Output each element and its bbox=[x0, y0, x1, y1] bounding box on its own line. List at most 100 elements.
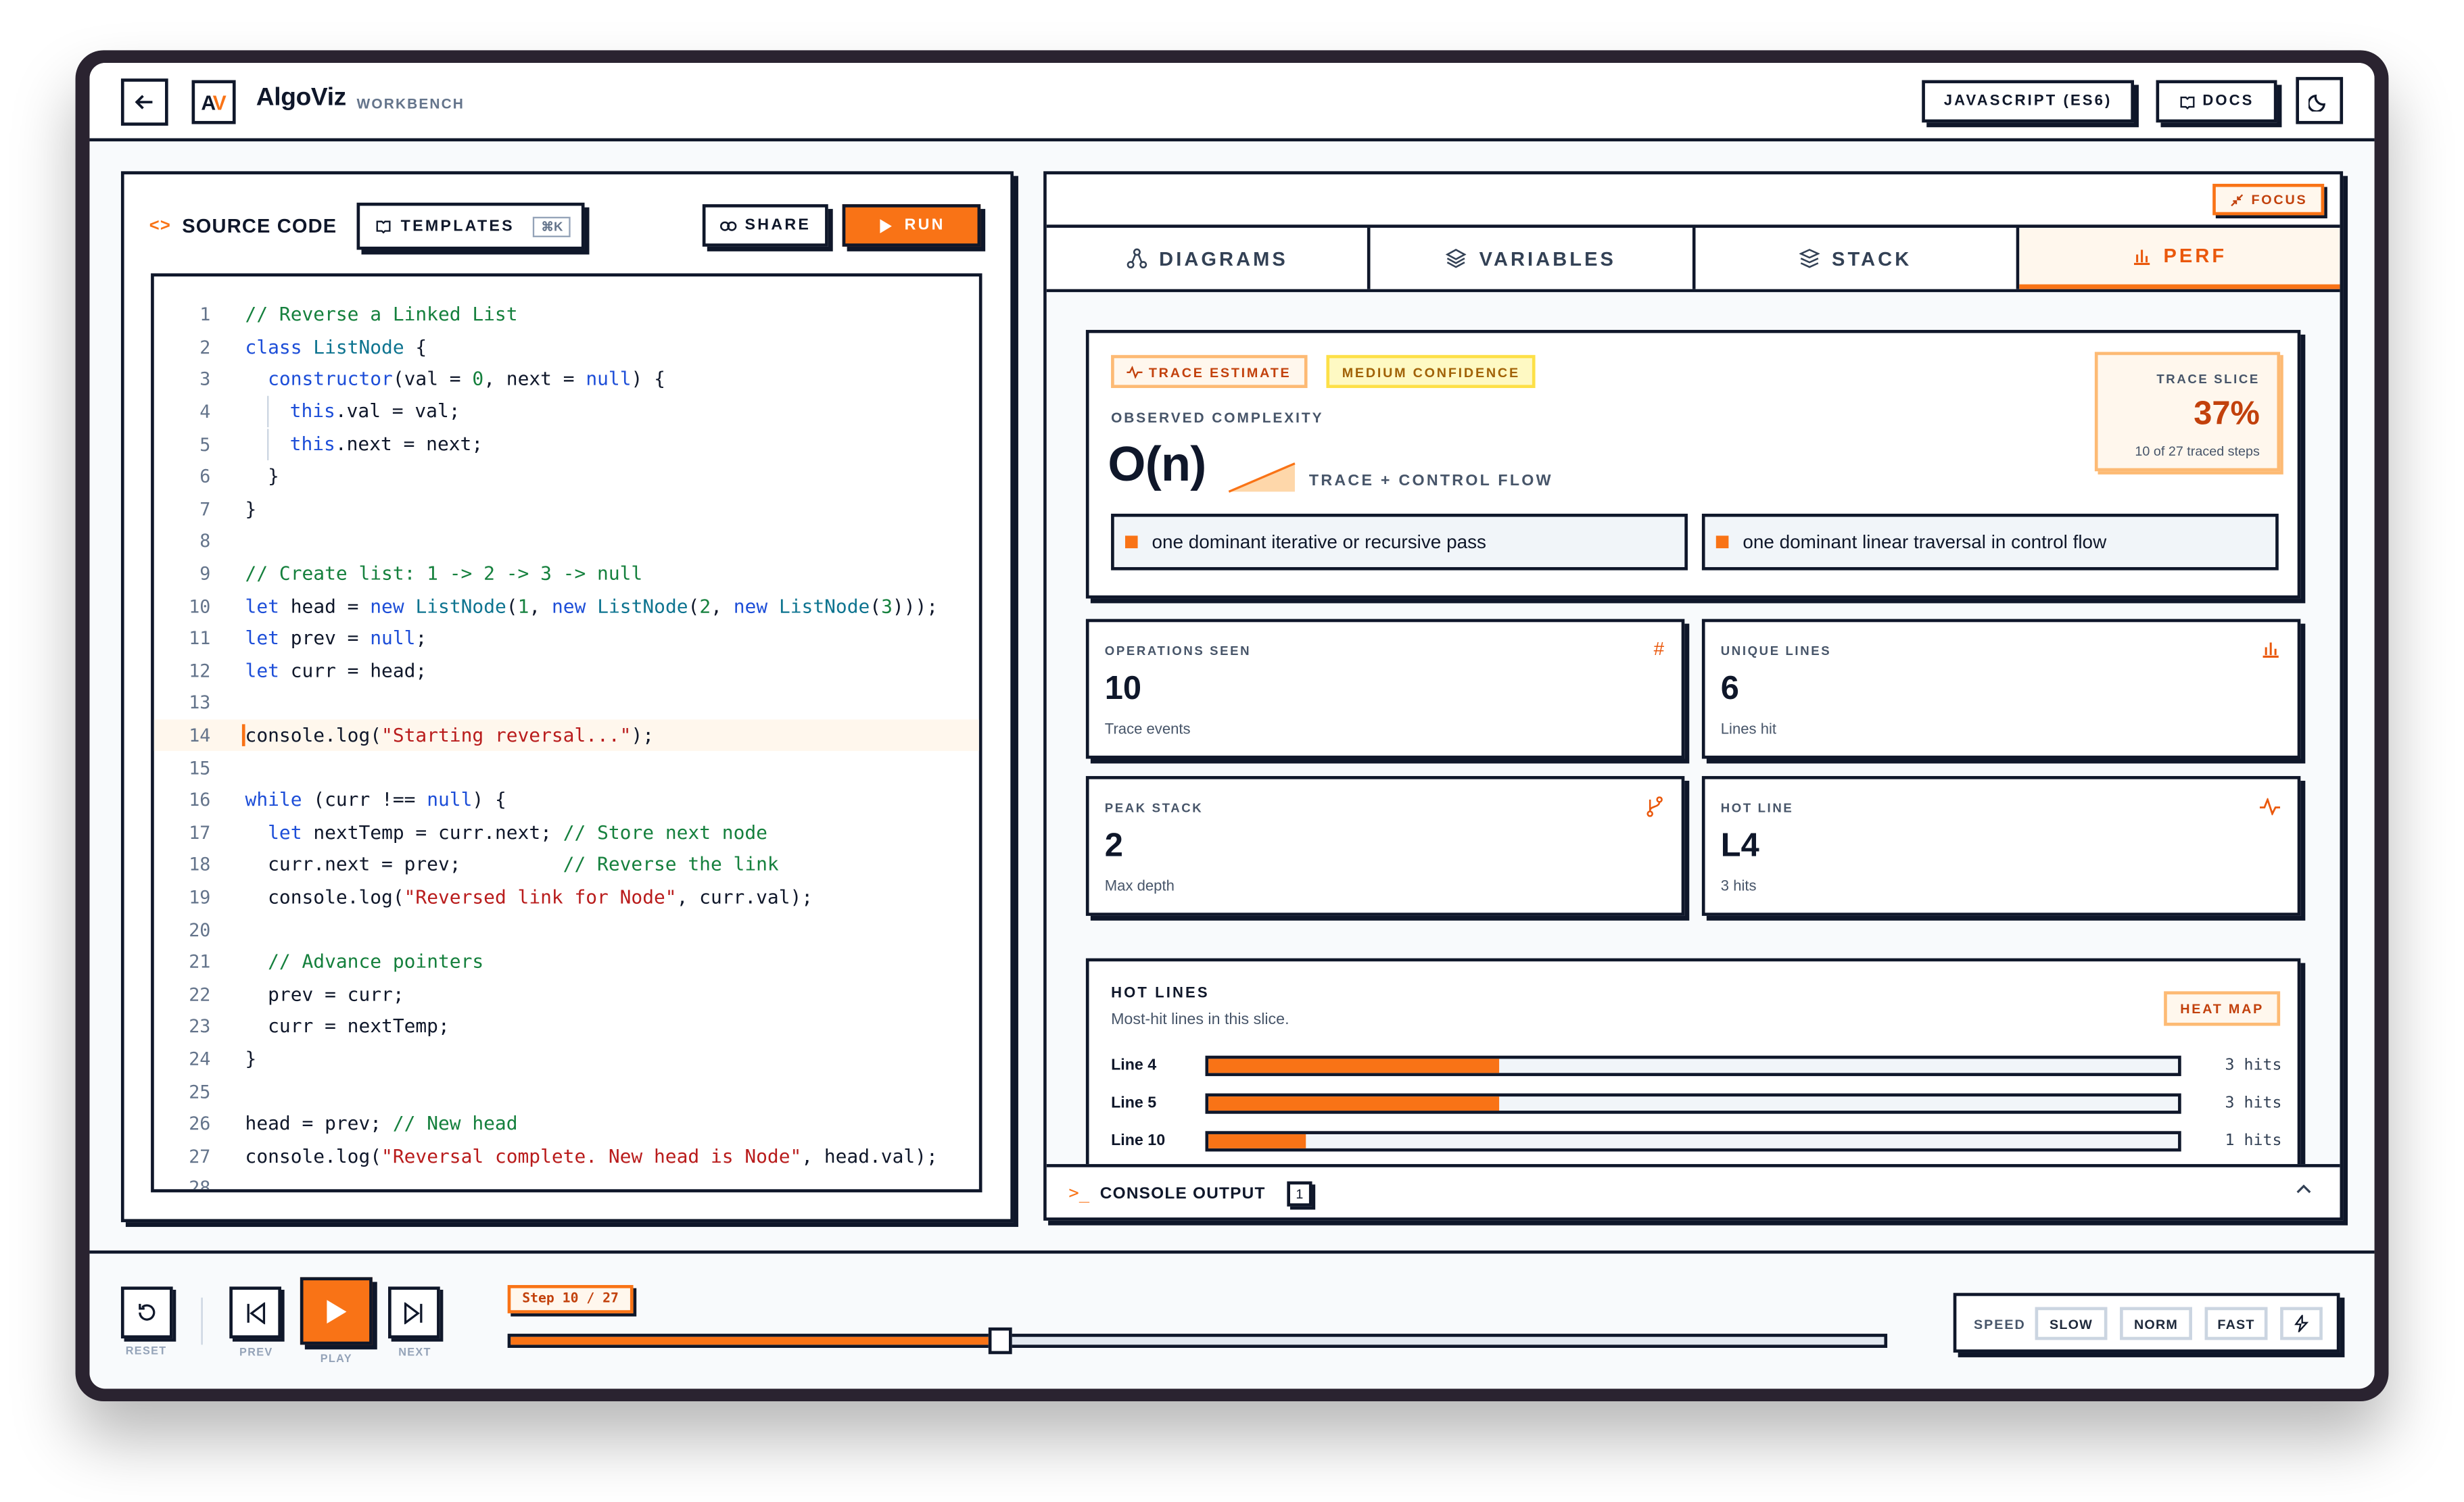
line-code[interactable]: this.next = next; bbox=[245, 428, 483, 460]
line-code[interactable]: // Advance pointers bbox=[245, 951, 483, 973]
line-number[interactable]: 8 bbox=[154, 530, 245, 552]
tab-perf[interactable]: PERF bbox=[2018, 227, 2340, 289]
templates-button[interactable]: TEMPLATES ⌘K bbox=[356, 202, 585, 250]
line-number[interactable]: 16 bbox=[154, 789, 245, 811]
line-code[interactable]: console.log("Reversal complete. New head… bbox=[245, 1145, 938, 1167]
line-number[interactable]: 23 bbox=[154, 1015, 245, 1038]
code-line[interactable]: 24} bbox=[154, 1043, 979, 1075]
code-line[interactable]: 10 let head = new ListNode(1, new ListNod… bbox=[154, 589, 979, 622]
console-output-bar[interactable]: >_ CONSOLE OUTPUT 1 bbox=[1046, 1164, 2340, 1218]
code-line[interactable]: 18 curr.next = prev; // Reverse the link bbox=[154, 848, 979, 881]
code-line[interactable]: 2 class ListNode { bbox=[154, 331, 979, 363]
line-code[interactable]: let curr = head; bbox=[245, 660, 427, 682]
line-number[interactable]: 5 bbox=[154, 433, 245, 456]
line-number[interactable]: 11 bbox=[154, 627, 245, 650]
code-line[interactable]: 6 } bbox=[154, 460, 979, 493]
reset-button[interactable] bbox=[120, 1286, 173, 1339]
line-code[interactable]: } bbox=[245, 498, 257, 520]
timeline-thumb[interactable] bbox=[989, 1327, 1012, 1355]
line-code[interactable]: } bbox=[245, 1048, 257, 1070]
line-number[interactable]: 24 bbox=[154, 1048, 245, 1070]
language-selector[interactable]: JAVASCRIPT (ES6) bbox=[1922, 80, 2134, 123]
tab-diagrams[interactable]: DIAGRAMS bbox=[1046, 227, 1371, 289]
code-line[interactable]: 17 let nextTemp = curr.next; // Store ne… bbox=[154, 817, 979, 849]
line-number[interactable]: 26 bbox=[154, 1113, 245, 1135]
line-number[interactable]: 12 bbox=[154, 660, 245, 682]
code-line[interactable]: 1// Reverse a Linked List bbox=[154, 299, 979, 331]
line-number[interactable]: 19 bbox=[154, 886, 245, 909]
line-code[interactable]: constructor(val = 0, next = null) { bbox=[245, 368, 665, 391]
line-code[interactable]: this.val = val; bbox=[245, 395, 460, 428]
code-line[interactable]: 25 bbox=[154, 1075, 979, 1108]
line-number[interactable]: 9 bbox=[154, 562, 245, 585]
speed-fast-button[interactable]: FAST bbox=[2204, 1307, 2268, 1340]
line-number[interactable]: 15 bbox=[154, 756, 245, 779]
timeline-slider[interactable] bbox=[507, 1327, 1888, 1355]
line-number[interactable]: 28 bbox=[154, 1178, 245, 1189]
code-line[interactable]: 11 let prev = null; bbox=[154, 622, 979, 654]
line-number[interactable]: 6 bbox=[154, 466, 245, 488]
tab-variables[interactable]: VARIABLES bbox=[1371, 227, 1695, 289]
code-line[interactable]: 19 console.log("Reversed link for Node",… bbox=[154, 881, 979, 913]
speed-normal-button[interactable]: NORM bbox=[2120, 1307, 2192, 1340]
line-code[interactable]: let prev = null; bbox=[245, 627, 427, 650]
line-number[interactable]: 22 bbox=[154, 984, 245, 1006]
docs-button[interactable]: DOCS bbox=[2156, 80, 2277, 123]
code-line[interactable]: 22 prev = curr; bbox=[154, 978, 979, 1011]
code-line[interactable]: 5 this.next = next; bbox=[154, 428, 979, 460]
line-number[interactable]: 21 bbox=[154, 951, 245, 973]
code-editor[interactable]: 1// Reverse a Linked List 2 class ListNode… bbox=[151, 273, 982, 1192]
line-number[interactable]: 10 bbox=[154, 595, 245, 617]
line-code[interactable]: curr.next = prev; // Reverse the link bbox=[245, 854, 779, 876]
prev-step-button[interactable] bbox=[229, 1286, 281, 1339]
line-code[interactable]: // Create list: 1 -> 2 -> 3 -> null bbox=[245, 562, 643, 585]
line-code[interactable]: head = prev; // New head bbox=[245, 1113, 518, 1135]
tab-stack[interactable]: STACK bbox=[1695, 227, 2019, 289]
line-code[interactable]: prev = curr; bbox=[245, 984, 404, 1006]
turbo-button[interactable] bbox=[2280, 1307, 2323, 1340]
focus-button[interactable]: FOCUS bbox=[2212, 183, 2325, 216]
speed-slow-button[interactable]: SLOW bbox=[2035, 1307, 2108, 1340]
line-code[interactable]: console.log("Starting reversal..."); bbox=[241, 724, 654, 747]
code-line[interactable]: 20 bbox=[154, 913, 979, 946]
code-line[interactable]: 15 bbox=[154, 752, 979, 784]
chevron-up-icon[interactable] bbox=[2296, 1180, 2311, 1198]
code-line[interactable]: 13 bbox=[154, 687, 979, 719]
code-line[interactable]: 16 while (curr !== null) { bbox=[154, 784, 979, 817]
code-line[interactable]: 8 bbox=[154, 525, 979, 558]
run-button[interactable]: RUN bbox=[842, 204, 981, 247]
code-line[interactable]: 3 constructor(val = 0, next = null) { bbox=[154, 363, 979, 395]
line-number[interactable]: 20 bbox=[154, 919, 245, 941]
line-number[interactable]: 4 bbox=[154, 401, 245, 423]
line-number[interactable]: 18 bbox=[154, 854, 245, 876]
line-number[interactable]: 1 bbox=[154, 304, 245, 326]
line-number[interactable]: 14 bbox=[154, 725, 245, 747]
line-number[interactable]: 2 bbox=[154, 336, 245, 358]
line-code[interactable]: let nextTemp = curr.next; // Store next … bbox=[245, 821, 767, 844]
code-line[interactable]: 14 console.log("Starting reversal..."); bbox=[153, 719, 979, 752]
line-number[interactable]: 25 bbox=[154, 1080, 245, 1103]
code-line[interactable]: 12 let curr = head; bbox=[154, 654, 979, 687]
code-line[interactable]: 28 bbox=[154, 1172, 979, 1189]
line-code[interactable]: while (curr !== null) { bbox=[245, 789, 506, 811]
line-number[interactable]: 13 bbox=[154, 692, 245, 714]
line-code[interactable]: } bbox=[245, 466, 279, 488]
code-line[interactable]: 26 head = prev; // New head bbox=[154, 1107, 979, 1140]
code-line[interactable]: 9// Create list: 1 -> 2 -> 3 -> null bbox=[154, 558, 979, 590]
line-code[interactable]: class ListNode { bbox=[245, 336, 427, 358]
code-line[interactable]: 23 curr = nextTemp; bbox=[154, 1011, 979, 1043]
line-number[interactable]: 7 bbox=[154, 498, 245, 520]
code-line[interactable]: 21 // Advance pointers bbox=[154, 946, 979, 978]
share-button[interactable]: SHARE bbox=[702, 204, 828, 247]
code-line[interactable]: 27 console.log("Reversal complete. New he… bbox=[154, 1140, 979, 1172]
back-button[interactable] bbox=[120, 78, 168, 126]
line-number[interactable]: 17 bbox=[154, 821, 245, 844]
code-line[interactable]: 4 this.val = val; bbox=[154, 395, 979, 428]
play-button[interactable] bbox=[300, 1277, 373, 1345]
code-line[interactable]: 7} bbox=[154, 493, 979, 525]
line-code[interactable]: let head = new ListNode(1, new ListNode(… bbox=[245, 595, 939, 617]
line-number[interactable]: 27 bbox=[154, 1145, 245, 1167]
theme-toggle-button[interactable] bbox=[2296, 76, 2344, 124]
line-code[interactable]: console.log("Reversed link for Node", cu… bbox=[245, 886, 813, 909]
line-code[interactable]: curr = nextTemp; bbox=[245, 1015, 450, 1038]
